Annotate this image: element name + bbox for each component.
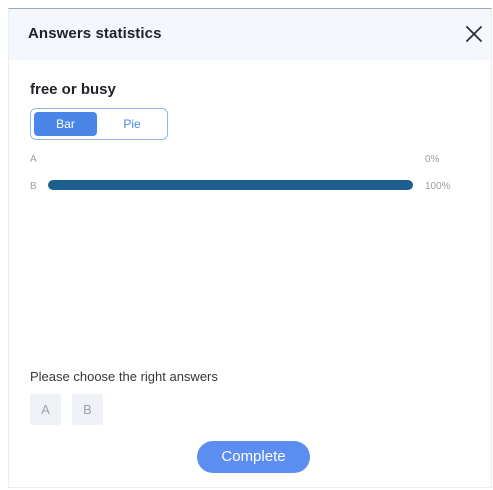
close-icon[interactable]	[463, 23, 485, 45]
complete-button[interactable]: Complete	[197, 441, 310, 473]
question-title: free or busy	[30, 81, 116, 98]
stat-row-label-b: B	[30, 181, 37, 192]
dialog-title: Answers statistics	[28, 25, 162, 42]
dialog-header: Answers statistics	[9, 9, 491, 60]
stat-row-label-a: A	[30, 154, 37, 165]
bar-view-button[interactable]: Bar	[34, 112, 97, 136]
answer-option-a[interactable]: A	[30, 394, 61, 425]
answer-option-b[interactable]: B	[72, 394, 103, 425]
stat-percent-a: 0%	[425, 154, 440, 165]
answers-statistics-dialog: Answers statistics free or busy Bar Pie …	[8, 8, 492, 488]
stat-percent-b: 100%	[425, 181, 451, 192]
stat-bar-track-b	[48, 180, 413, 190]
stat-bar-track-a	[48, 154, 413, 164]
chart-type-toggle: Bar Pie	[30, 108, 168, 140]
answer-instruction: Please choose the right answers	[30, 369, 218, 384]
stat-bar-b	[48, 180, 413, 190]
pie-view-button[interactable]: Pie	[101, 112, 163, 136]
